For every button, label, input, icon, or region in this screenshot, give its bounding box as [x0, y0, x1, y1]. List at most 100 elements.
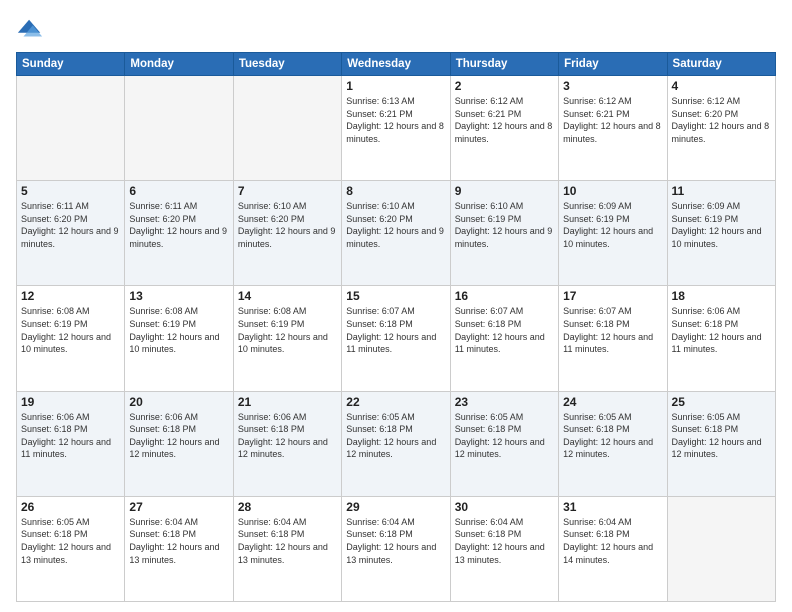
day-info: Sunrise: 6:07 AMSunset: 6:18 PMDaylight:… [563, 305, 662, 355]
col-header-sunday: Sunday [17, 53, 125, 76]
day-number: 2 [455, 79, 554, 93]
calendar-header-row: SundayMondayTuesdayWednesdayThursdayFrid… [17, 53, 776, 76]
col-header-wednesday: Wednesday [342, 53, 450, 76]
calendar-cell [125, 76, 233, 181]
day-number: 16 [455, 289, 554, 303]
day-info: Sunrise: 6:06 AMSunset: 6:18 PMDaylight:… [238, 411, 337, 461]
day-number: 28 [238, 500, 337, 514]
calendar-cell: 16Sunrise: 6:07 AMSunset: 6:18 PMDayligh… [450, 286, 558, 391]
day-number: 11 [672, 184, 771, 198]
day-info: Sunrise: 6:08 AMSunset: 6:19 PMDaylight:… [238, 305, 337, 355]
day-number: 27 [129, 500, 228, 514]
calendar-cell: 18 Sunrise: 6:06 AMSunset: 6:18 PMDayligh… [667, 286, 775, 391]
day-info: Sunrise: 6:04 AMSunset: 6:18 PMDaylight:… [238, 516, 337, 566]
calendar-cell: 25 Sunrise: 6:05 AMSunset: 6:18 PMDayligh… [667, 391, 775, 496]
logo-icon [16, 16, 44, 44]
day-info: Sunrise: 6:06 AMSunset: 6:18 PMDaylight:… [129, 411, 228, 461]
calendar-cell: 27 Sunrise: 6:04 AMSunset: 6:18 PMDayligh… [125, 496, 233, 601]
col-header-tuesday: Tuesday [233, 53, 341, 76]
day-info: Sunrise: 6:12 AMSunset: 6:21 PMDaylight:… [563, 95, 662, 145]
day-number: 3 [563, 79, 662, 93]
calendar-cell: 20 Sunrise: 6:06 AMSunset: 6:18 PMDayligh… [125, 391, 233, 496]
day-info: Sunrise: 6:05 AMSunset: 6:18 PMDaylight:… [21, 516, 120, 566]
calendar-cell: 15Sunrise: 6:07 AMSunset: 6:18 PMDayligh… [342, 286, 450, 391]
calendar-week-row: 26 Sunrise: 6:05 AMSunset: 6:18 PMDayligh… [17, 496, 776, 601]
calendar-week-row: 19 Sunrise: 6:06 AMSunset: 6:18 PMDayligh… [17, 391, 776, 496]
calendar-cell: 21 Sunrise: 6:06 AMSunset: 6:18 PMDayligh… [233, 391, 341, 496]
day-number: 30 [455, 500, 554, 514]
calendar-cell: 17Sunrise: 6:07 AMSunset: 6:18 PMDayligh… [559, 286, 667, 391]
calendar-cell: 11Sunrise: 6:09 AMSunset: 6:19 PMDayligh… [667, 181, 775, 286]
day-number: 22 [346, 395, 445, 409]
col-header-thursday: Thursday [450, 53, 558, 76]
page: SundayMondayTuesdayWednesdayThursdayFrid… [0, 0, 792, 612]
header [16, 16, 776, 44]
day-info: Sunrise: 6:05 AMSunset: 6:18 PMDaylight:… [346, 411, 445, 461]
day-number: 29 [346, 500, 445, 514]
day-info: Sunrise: 6:10 AMSunset: 6:20 PMDaylight:… [346, 200, 445, 250]
day-number: 19 [21, 395, 120, 409]
day-info: Sunrise: 6:04 AMSunset: 6:18 PMDaylight:… [346, 516, 445, 566]
logo [16, 16, 48, 44]
calendar-table: SundayMondayTuesdayWednesdayThursdayFrid… [16, 52, 776, 602]
day-number: 7 [238, 184, 337, 198]
calendar-week-row: 1 Sunrise: 6:13 AMSunset: 6:21 PMDaylight… [17, 76, 776, 181]
day-info: Sunrise: 6:08 AMSunset: 6:19 PMDaylight:… [129, 305, 228, 355]
day-number: 6 [129, 184, 228, 198]
day-number: 4 [672, 79, 771, 93]
day-info: Sunrise: 6:04 AMSunset: 6:18 PMDaylight:… [129, 516, 228, 566]
calendar-cell: 2 Sunrise: 6:12 AMSunset: 6:21 PMDaylight… [450, 76, 558, 181]
calendar-cell: 31 Sunrise: 6:04 AMSunset: 6:18 PMDayligh… [559, 496, 667, 601]
day-number: 10 [563, 184, 662, 198]
calendar-cell: 26 Sunrise: 6:05 AMSunset: 6:18 PMDayligh… [17, 496, 125, 601]
calendar-cell: 30 Sunrise: 6:04 AMSunset: 6:18 PMDayligh… [450, 496, 558, 601]
col-header-saturday: Saturday [667, 53, 775, 76]
calendar-cell: 29 Sunrise: 6:04 AMSunset: 6:18 PMDayligh… [342, 496, 450, 601]
day-info: Sunrise: 6:04 AMSunset: 6:18 PMDaylight:… [563, 516, 662, 566]
calendar-cell: 19 Sunrise: 6:06 AMSunset: 6:18 PMDayligh… [17, 391, 125, 496]
day-info: Sunrise: 6:11 AMSunset: 6:20 PMDaylight:… [21, 200, 120, 250]
calendar-cell: 24 Sunrise: 6:05 AMSunset: 6:18 PMDayligh… [559, 391, 667, 496]
calendar-cell: 14 Sunrise: 6:08 AMSunset: 6:19 PMDayligh… [233, 286, 341, 391]
calendar-week-row: 12Sunrise: 6:08 AMSunset: 6:19 PMDayligh… [17, 286, 776, 391]
calendar-cell [233, 76, 341, 181]
day-number: 26 [21, 500, 120, 514]
day-number: 18 [672, 289, 771, 303]
col-header-friday: Friday [559, 53, 667, 76]
day-number: 31 [563, 500, 662, 514]
calendar-cell: 12Sunrise: 6:08 AMSunset: 6:19 PMDayligh… [17, 286, 125, 391]
day-info: Sunrise: 6:05 AMSunset: 6:18 PMDaylight:… [455, 411, 554, 461]
calendar-cell: 5 Sunrise: 6:11 AMSunset: 6:20 PMDaylight… [17, 181, 125, 286]
calendar-cell: 8 Sunrise: 6:10 AMSunset: 6:20 PMDaylight… [342, 181, 450, 286]
day-info: Sunrise: 6:10 AMSunset: 6:19 PMDaylight:… [455, 200, 554, 250]
day-number: 14 [238, 289, 337, 303]
day-number: 23 [455, 395, 554, 409]
calendar-cell: 3 Sunrise: 6:12 AMSunset: 6:21 PMDaylight… [559, 76, 667, 181]
day-info: Sunrise: 6:05 AMSunset: 6:18 PMDaylight:… [672, 411, 771, 461]
day-info: Sunrise: 6:12 AMSunset: 6:21 PMDaylight:… [455, 95, 554, 145]
calendar-week-row: 5 Sunrise: 6:11 AMSunset: 6:20 PMDaylight… [17, 181, 776, 286]
day-number: 1 [346, 79, 445, 93]
day-info: Sunrise: 6:06 AMSunset: 6:18 PMDaylight:… [672, 305, 771, 355]
calendar-cell: 23 Sunrise: 6:05 AMSunset: 6:18 PMDayligh… [450, 391, 558, 496]
calendar-cell: 22 Sunrise: 6:05 AMSunset: 6:18 PMDayligh… [342, 391, 450, 496]
day-info: Sunrise: 6:10 AMSunset: 6:20 PMDaylight:… [238, 200, 337, 250]
calendar-cell [667, 496, 775, 601]
calendar-cell: 4Sunrise: 6:12 AMSunset: 6:20 PMDaylight… [667, 76, 775, 181]
day-number: 24 [563, 395, 662, 409]
calendar-cell: 13Sunrise: 6:08 AMSunset: 6:19 PMDayligh… [125, 286, 233, 391]
day-number: 5 [21, 184, 120, 198]
day-number: 8 [346, 184, 445, 198]
day-info: Sunrise: 6:13 AMSunset: 6:21 PMDaylight:… [346, 95, 445, 145]
day-info: Sunrise: 6:04 AMSunset: 6:18 PMDaylight:… [455, 516, 554, 566]
day-info: Sunrise: 6:07 AMSunset: 6:18 PMDaylight:… [346, 305, 445, 355]
calendar-cell: 9 Sunrise: 6:10 AMSunset: 6:19 PMDaylight… [450, 181, 558, 286]
calendar-cell: 28 Sunrise: 6:04 AMSunset: 6:18 PMDayligh… [233, 496, 341, 601]
day-info: Sunrise: 6:06 AMSunset: 6:18 PMDaylight:… [21, 411, 120, 461]
calendar-cell: 7 Sunrise: 6:10 AMSunset: 6:20 PMDaylight… [233, 181, 341, 286]
day-number: 21 [238, 395, 337, 409]
day-number: 20 [129, 395, 228, 409]
day-number: 25 [672, 395, 771, 409]
day-info: Sunrise: 6:05 AMSunset: 6:18 PMDaylight:… [563, 411, 662, 461]
day-number: 9 [455, 184, 554, 198]
